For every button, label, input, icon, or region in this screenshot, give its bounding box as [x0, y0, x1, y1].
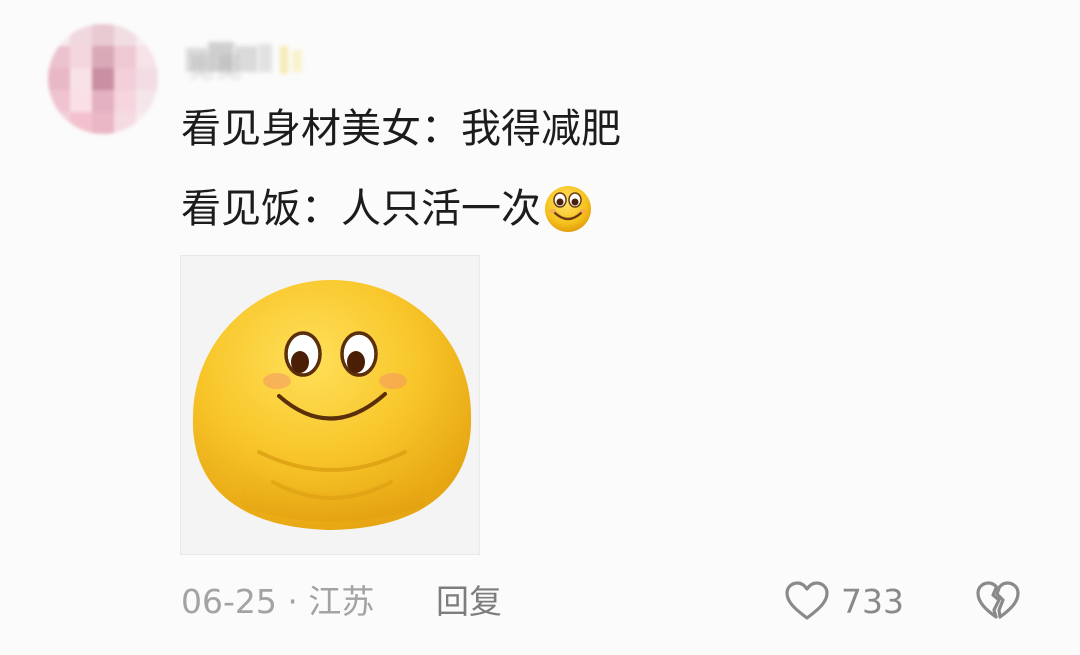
reply-button[interactable]: 回复	[436, 580, 502, 624]
avatar-mosaic-cell	[92, 24, 114, 46]
chubby-smile-sticker-icon	[192, 280, 472, 530]
avatar-mosaic-cell	[136, 68, 158, 90]
username-obscured[interactable]: 觅觅	[182, 38, 310, 84]
comment-meta: 06-25 · 江苏	[181, 580, 374, 624]
avatar-mosaic-cell	[114, 90, 136, 112]
avatar-mosaic-cell	[114, 112, 136, 134]
avatar-mosaic-cell	[92, 90, 114, 112]
avatar-mosaic-cell	[70, 112, 92, 134]
avatar-mosaic-cell	[92, 68, 114, 90]
meta-separator: ·	[287, 582, 298, 621]
like-button[interactable]: 733	[783, 577, 904, 625]
comment-text-line-2: 看见饭：人只活一次	[181, 180, 595, 235]
avatar-mosaic-cell	[48, 90, 70, 112]
comment-date: 06-25	[181, 582, 277, 621]
comment-location: 江苏	[308, 582, 375, 621]
avatar-mosaic-cell	[136, 112, 158, 134]
avatar-mosaic-cell	[92, 46, 114, 68]
avatar[interactable]	[48, 24, 158, 134]
avatar-mosaic-cell	[48, 68, 70, 90]
heart-icon	[785, 581, 829, 620]
avatar-mosaic-cell	[70, 90, 92, 112]
comment-text-2: 看见饭：人只活一次	[181, 186, 541, 232]
avatar-mosaic-cell	[114, 68, 136, 90]
avatar-mosaic-cell	[48, 24, 70, 46]
comment-card: 觅觅 看见身材美女：我得减肥 看见饭：人只活一次 06-25 · 江苏 回复 7…	[0, 0, 1080, 655]
avatar-mosaic-cell	[92, 112, 114, 134]
avatar-mosaic-cell	[48, 46, 70, 68]
avatar-mosaic-cell	[114, 24, 136, 46]
avatar-mosaic-cell	[70, 46, 92, 68]
dislike-button[interactable]	[974, 577, 1022, 625]
avatar-mosaic-cell	[136, 90, 158, 112]
avatar-mosaic-cell	[136, 46, 158, 68]
like-count: 733	[841, 581, 904, 621]
comment-text-1: 看见身材美女：我得减肥	[181, 106, 621, 152]
comment-text-line-1: 看见身材美女：我得减肥	[181, 103, 621, 155]
avatar-mosaic-cell	[114, 46, 136, 68]
avatar-mosaic-cell	[70, 24, 92, 46]
smile-emoji-icon	[545, 186, 591, 232]
avatar-mosaic-cell	[48, 112, 70, 134]
sticker-image[interactable]	[180, 255, 480, 555]
broken-heart-icon	[976, 581, 1020, 619]
avatar-mosaic-cell	[70, 68, 92, 90]
avatar-mosaic-cell	[136, 24, 158, 46]
